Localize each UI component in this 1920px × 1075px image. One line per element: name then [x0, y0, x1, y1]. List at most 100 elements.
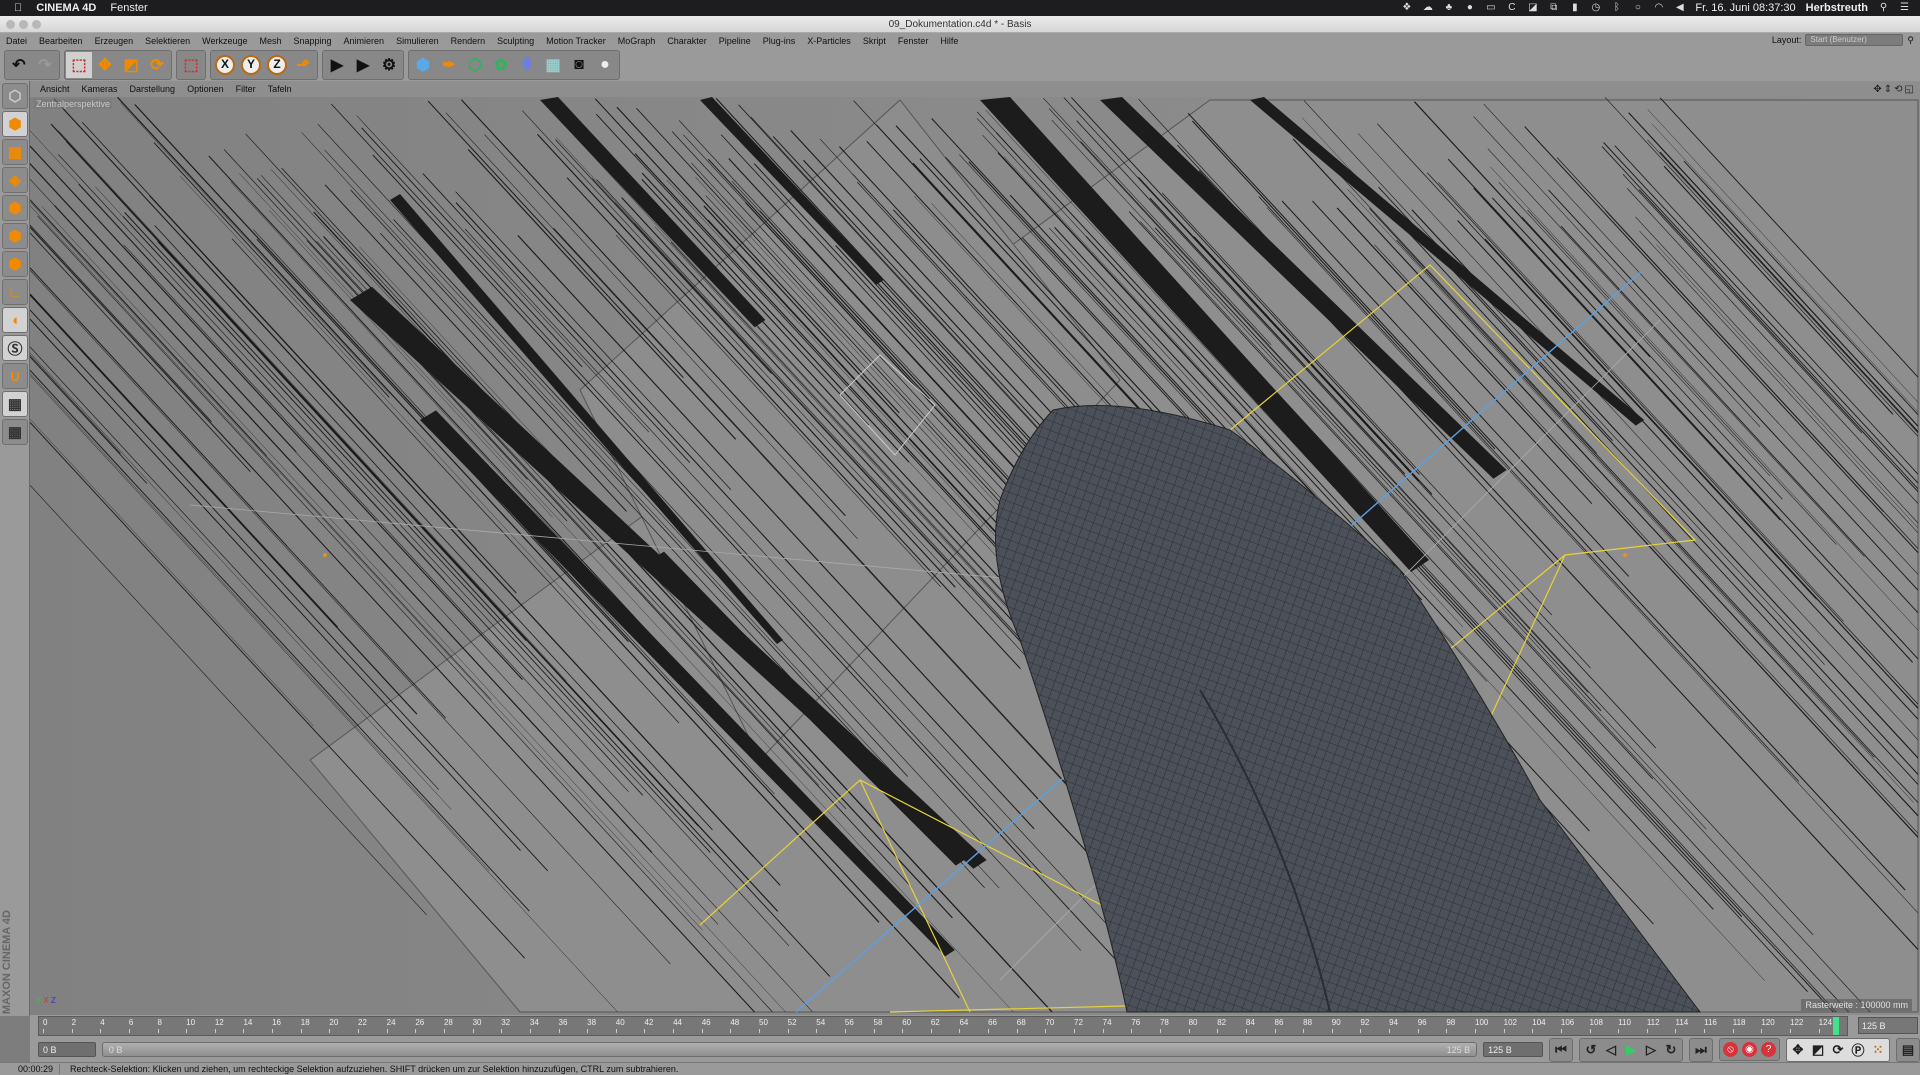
- autokey-icon[interactable]: ◉: [1742, 1042, 1757, 1057]
- move-tool-icon[interactable]: ✥: [92, 52, 118, 78]
- search-icon[interactable]: ⚲: [1907, 35, 1914, 46]
- light-icon[interactable]: ●: [592, 52, 618, 78]
- menu-charakter[interactable]: Charakter: [667, 36, 707, 46]
- axis-mode-icon[interactable]: ∟: [2, 279, 28, 305]
- snap-icon[interactable]: ∪: [2, 363, 28, 389]
- evernote-icon[interactable]: ♣: [1443, 3, 1454, 13]
- subdivision-icon[interactable]: ⬡: [462, 52, 488, 78]
- keyframe-selection-icon[interactable]: ?: [1761, 1042, 1776, 1057]
- edges-mode-icon[interactable]: ⬢: [2, 223, 28, 249]
- record-key-icon[interactable]: ⦸: [1723, 1042, 1738, 1057]
- menu-werkzeuge[interactable]: Werkzeuge: [202, 36, 247, 46]
- 3d-viewport[interactable]: Zentralperspektive Y X Z Rasterweite : 1…: [30, 97, 1920, 1015]
- note-icon[interactable]: ◪: [1527, 3, 1538, 13]
- solo-icon[interactable]: Ⓢ: [2, 335, 28, 361]
- current-frame-field[interactable]: 125 B: [1858, 1017, 1918, 1034]
- menu-animieren[interactable]: Animieren: [344, 36, 385, 46]
- points-mode-icon[interactable]: ⬢: [2, 195, 28, 221]
- cube-icon[interactable]: ⬢: [410, 52, 436, 78]
- view-menu-tafeln[interactable]: Tafeln: [268, 84, 292, 94]
- battery-icon[interactable]: ▮: [1569, 3, 1580, 13]
- deformer-icon[interactable]: ⬮: [514, 52, 540, 78]
- workplane-align-icon[interactable]: ▦: [2, 419, 28, 445]
- workplane-lock-icon[interactable]: ▦: [2, 391, 28, 417]
- next-frame-icon[interactable]: ▷: [1641, 1040, 1661, 1060]
- menu-selektieren[interactable]: Selektieren: [145, 36, 190, 46]
- go-to-start-icon[interactable]: ⏮: [1551, 1040, 1571, 1060]
- menu-x-particles[interactable]: X-Particles: [807, 36, 851, 46]
- render-settings-icon[interactable]: ⚙: [376, 52, 402, 78]
- max-frame-field[interactable]: 125 B: [1483, 1042, 1543, 1057]
- menu-fenster[interactable]: Fenster: [898, 36, 929, 46]
- menu-plug-ins[interactable]: Plug-ins: [763, 36, 796, 46]
- cloud-icon[interactable]: ☁: [1422, 3, 1433, 13]
- menu-datei[interactable]: Datei: [6, 36, 27, 46]
- menu-skript[interactable]: Skript: [863, 36, 886, 46]
- spotlight-icon[interactable]: ⚲: [1878, 3, 1889, 13]
- selection-tool-icon[interactable]: ⬚: [66, 51, 92, 78]
- menu-snapping[interactable]: Snapping: [294, 36, 332, 46]
- clock[interactable]: Fr. 16. Juni 08:37:30: [1695, 2, 1795, 14]
- dropbox-icon[interactable]: ❖: [1401, 3, 1412, 13]
- previous-frame-icon[interactable]: ◁: [1601, 1040, 1621, 1060]
- start-frame-field[interactable]: 0 B: [38, 1042, 96, 1057]
- cloner-icon[interactable]: ✿: [488, 52, 514, 78]
- model-mode-icon[interactable]: ⬢: [2, 111, 28, 137]
- notification-center-icon[interactable]: ☰: [1899, 3, 1910, 13]
- layout-dropdown[interactable]: Start (Benutzer): [1805, 34, 1904, 46]
- menu-mograph[interactable]: MoGraph: [618, 36, 656, 46]
- previous-key-icon[interactable]: ↺: [1581, 1040, 1601, 1060]
- menu-bearbeiten[interactable]: Bearbeiten: [39, 36, 83, 46]
- tweak-mode-icon[interactable]: ◖: [2, 307, 28, 333]
- menu-mesh[interactable]: Mesh: [259, 36, 281, 46]
- range-slider[interactable]: 0 B 125 B: [101, 1042, 1478, 1057]
- key-scale-icon[interactable]: ◩: [1808, 1040, 1828, 1060]
- view-menu-ansicht[interactable]: Ansicht: [40, 84, 70, 94]
- app-menu[interactable]: CINEMA 4D: [36, 2, 96, 14]
- menu-sculpting[interactable]: Sculpting: [497, 36, 534, 46]
- workplane-mode-icon[interactable]: ◈: [2, 167, 28, 193]
- volume-icon[interactable]: ◀: [1674, 3, 1685, 13]
- location-icon[interactable]: ●: [1464, 3, 1475, 13]
- wifi-icon[interactable]: ◠: [1653, 3, 1664, 13]
- screenshot-icon[interactable]: ⧉: [1548, 3, 1559, 13]
- time-machine-icon[interactable]: ◷: [1590, 3, 1601, 13]
- undo-icon[interactable]: ↶: [6, 52, 32, 78]
- z-axis-lock-button[interactable]: Z: [267, 54, 287, 75]
- scale-tool-icon[interactable]: ◩: [118, 52, 144, 78]
- view-menu-optionen[interactable]: Optionen: [187, 84, 224, 94]
- next-key-icon[interactable]: ↻: [1661, 1040, 1681, 1060]
- menu-hilfe[interactable]: Hilfe: [940, 36, 958, 46]
- c-icon[interactable]: C: [1506, 3, 1517, 13]
- y-axis-lock-button[interactable]: Y: [241, 54, 261, 75]
- close-window-button[interactable]: [6, 20, 15, 29]
- make-editable-icon[interactable]: ⬡: [2, 83, 28, 109]
- display-icon[interactable]: ▭: [1485, 3, 1496, 13]
- apple-icon[interactable]: : [14, 2, 22, 14]
- play-icon[interactable]: ▶: [1621, 1040, 1641, 1060]
- menu-erzeugen[interactable]: Erzeugen: [95, 36, 134, 46]
- render-picture-viewer-icon[interactable]: ▶: [350, 52, 376, 78]
- key-position-icon[interactable]: ✥: [1788, 1040, 1808, 1060]
- view-menu-kameras[interactable]: Kameras: [82, 84, 118, 94]
- redo-icon[interactable]: ↷: [32, 52, 58, 78]
- floor-icon[interactable]: ▦: [540, 52, 566, 78]
- menu-rendern[interactable]: Rendern: [451, 36, 486, 46]
- go-to-end-icon[interactable]: ⏭: [1691, 1040, 1711, 1060]
- minimize-window-button[interactable]: [19, 20, 28, 29]
- texture-mode-icon[interactable]: ▩: [2, 139, 28, 165]
- bluetooth-icon[interactable]: ᛒ: [1611, 3, 1622, 13]
- siri-icon[interactable]: ○: [1632, 3, 1643, 13]
- menu-simulieren[interactable]: Simulieren: [396, 36, 439, 46]
- camera-icon[interactable]: ◙: [566, 52, 592, 78]
- last-tool-icon[interactable]: ⬚: [178, 52, 204, 78]
- coordinate-system-icon[interactable]: ⬏: [290, 52, 316, 78]
- playhead[interactable]: [1833, 1017, 1839, 1035]
- user-name[interactable]: Herbstreuth: [1806, 2, 1868, 14]
- viewport-navigation-icons[interactable]: ✥⇕⟲◱: [1873, 84, 1920, 95]
- key-pla-icon[interactable]: ⁙: [1868, 1040, 1888, 1060]
- zoom-window-button[interactable]: [32, 20, 41, 29]
- x-axis-lock-button[interactable]: X: [215, 54, 235, 75]
- view-menu-filter[interactable]: Filter: [236, 84, 256, 94]
- timeline-ruler[interactable]: 0 2 4 6 8 10 12 14 16 18 20 22 24 26 28 30 32 34 36 38 40 42 4…: [38, 1016, 1848, 1036]
